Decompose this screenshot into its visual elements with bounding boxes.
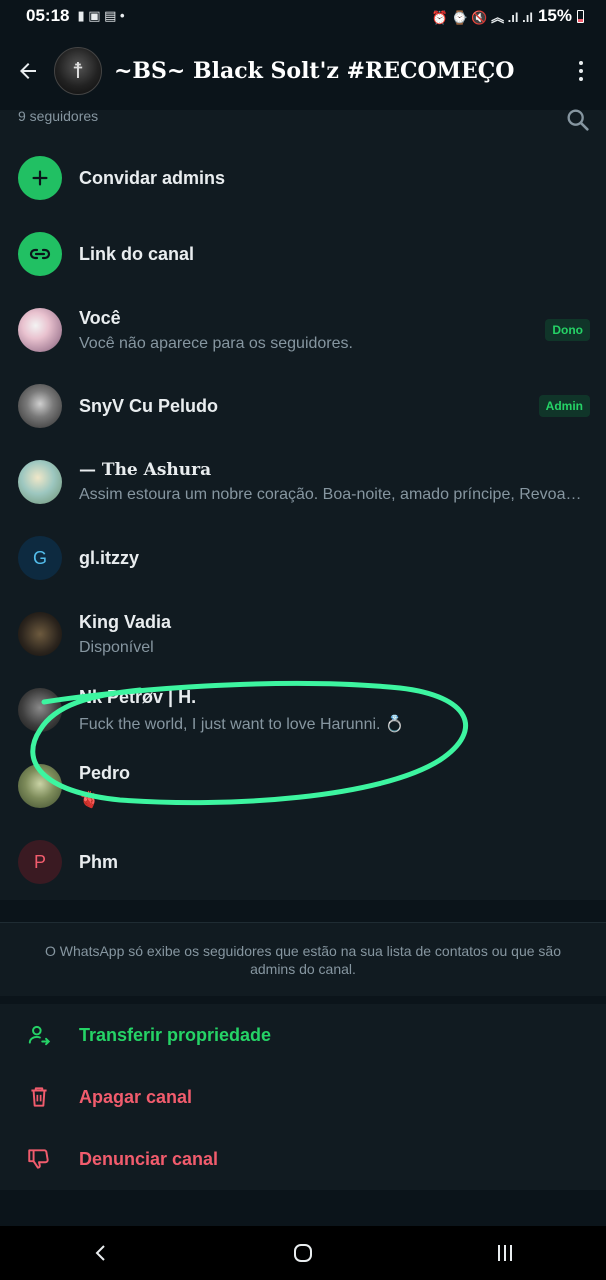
list-item[interactable]: SnyV Cu Peludo Admin	[0, 368, 606, 444]
report-channel-label: Denunciar canal	[79, 1148, 219, 1169]
battery-percent: 15%	[537, 6, 572, 25]
member-name: gl.itzzy	[79, 547, 140, 568]
avatar: P	[18, 840, 62, 884]
status-time: 05:18	[26, 6, 70, 25]
battery-icon	[577, 9, 584, 23]
home-icon	[294, 1244, 312, 1262]
link-icon	[18, 232, 62, 276]
nav-recents-button[interactable]	[475, 1233, 535, 1273]
channel-avatar[interactable]: ☨	[54, 47, 102, 95]
delete-channel-label: Apagar canal	[79, 1086, 193, 1107]
member-status: 🫀	[79, 791, 99, 809]
notification-icons: ▮ ▣ ▤ •	[77, 8, 125, 23]
list-item[interactable]: — The Ashura Assim estoura um nobre cora…	[0, 444, 606, 520]
back-button[interactable]	[0, 43, 56, 99]
system-navigation-bar	[0, 1226, 606, 1280]
followers-info-note: O WhatsApp só exibe os seguidores que es…	[0, 922, 606, 996]
avatar	[18, 688, 62, 732]
nav-back-button[interactable]	[71, 1233, 131, 1273]
list-item[interactable]: Você Você não aparece para os seguidores…	[0, 292, 606, 368]
list-item[interactable]: King Vadia Disponível	[0, 596, 606, 672]
owner-badge: Dono	[545, 319, 590, 341]
system-icons: ⏰ ⌚ 🔇 ︽ .ıl .ıl	[431, 9, 533, 25]
section-divider	[0, 996, 606, 1004]
list-item[interactable]: G gl.itzzy	[0, 520, 606, 596]
arrow-left-icon	[20, 63, 36, 79]
member-status: Fuck the world, I just want to love Haru…	[79, 715, 405, 733]
member-name: — The Ashura	[79, 460, 212, 480]
admin-badge: Admin	[538, 395, 590, 417]
avatar-letter: P	[33, 851, 46, 872]
avatar	[18, 460, 62, 504]
more-options-button[interactable]	[566, 51, 596, 91]
channel-actions: Transferir propriedade Apagar canal Denu…	[0, 1004, 606, 1190]
delete-channel-button[interactable]: Apagar canal	[0, 1066, 606, 1128]
member-name: Phm	[79, 851, 119, 872]
chevron-left-icon	[95, 1245, 105, 1261]
nav-home-button[interactable]	[273, 1233, 333, 1273]
transfer-user-icon	[28, 1025, 51, 1046]
member-name: SnyV Cu Peludo	[79, 395, 219, 416]
report-channel-button[interactable]: Denunciar canal	[0, 1128, 606, 1190]
avatar	[18, 308, 62, 352]
member-name: King Vadia	[79, 611, 172, 632]
list-item[interactable]: P Phm	[0, 824, 606, 900]
followers-count: 9 seguidores	[18, 108, 99, 124]
member-name: Nk Petrøv | H.	[79, 686, 197, 707]
channel-avatar-glyph: ☨	[72, 58, 84, 84]
recents-icon	[498, 1245, 512, 1261]
list-item[interactable]: Nk Petrøv | H. Fuck the world, I just wa…	[0, 672, 606, 748]
thumbs-down-icon	[28, 1149, 49, 1169]
list-item[interactable]: Pedro 🫀	[0, 748, 606, 824]
search-icon[interactable]	[564, 106, 592, 134]
member-status: Você não aparece para os seguidores.	[79, 334, 353, 352]
transfer-ownership-label: Transferir propriedade	[79, 1024, 272, 1045]
member-name: Pedro	[79, 762, 131, 783]
member-name: Você	[79, 307, 121, 328]
transfer-ownership-button[interactable]: Transferir propriedade	[0, 1004, 606, 1066]
channel-link-label: Link do canal	[79, 243, 195, 264]
channel-link-item[interactable]: Link do canal	[0, 216, 606, 292]
member-status: Assim estoura um nobre coração. Boa-noit…	[79, 486, 590, 503]
avatar	[18, 384, 62, 428]
avatar-letter: G	[32, 547, 47, 568]
avatar: G	[18, 536, 62, 580]
followers-header: 9 seguidores	[0, 108, 606, 140]
trash-icon	[31, 1087, 47, 1107]
members-list: Convidar admins Link do canal Você Você …	[0, 140, 606, 900]
status-bar: 05:18 ▮ ▣ ▤ • ⏰ ⌚ 🔇 ︽ .ıl .ıl 15%	[0, 0, 606, 32]
channel-title[interactable]: ~BS~ Black Solt'z #RECOMEÇO	[114, 58, 566, 84]
plus-icon	[18, 156, 62, 200]
invite-admins-item[interactable]: Convidar admins	[0, 140, 606, 216]
member-status: Disponível	[79, 638, 154, 656]
invite-admins-label: Convidar admins	[79, 167, 226, 188]
avatar	[18, 764, 62, 808]
avatar	[18, 612, 62, 656]
app-bar: ☨ ~BS~ Black Solt'z #RECOMEÇO	[0, 32, 606, 110]
